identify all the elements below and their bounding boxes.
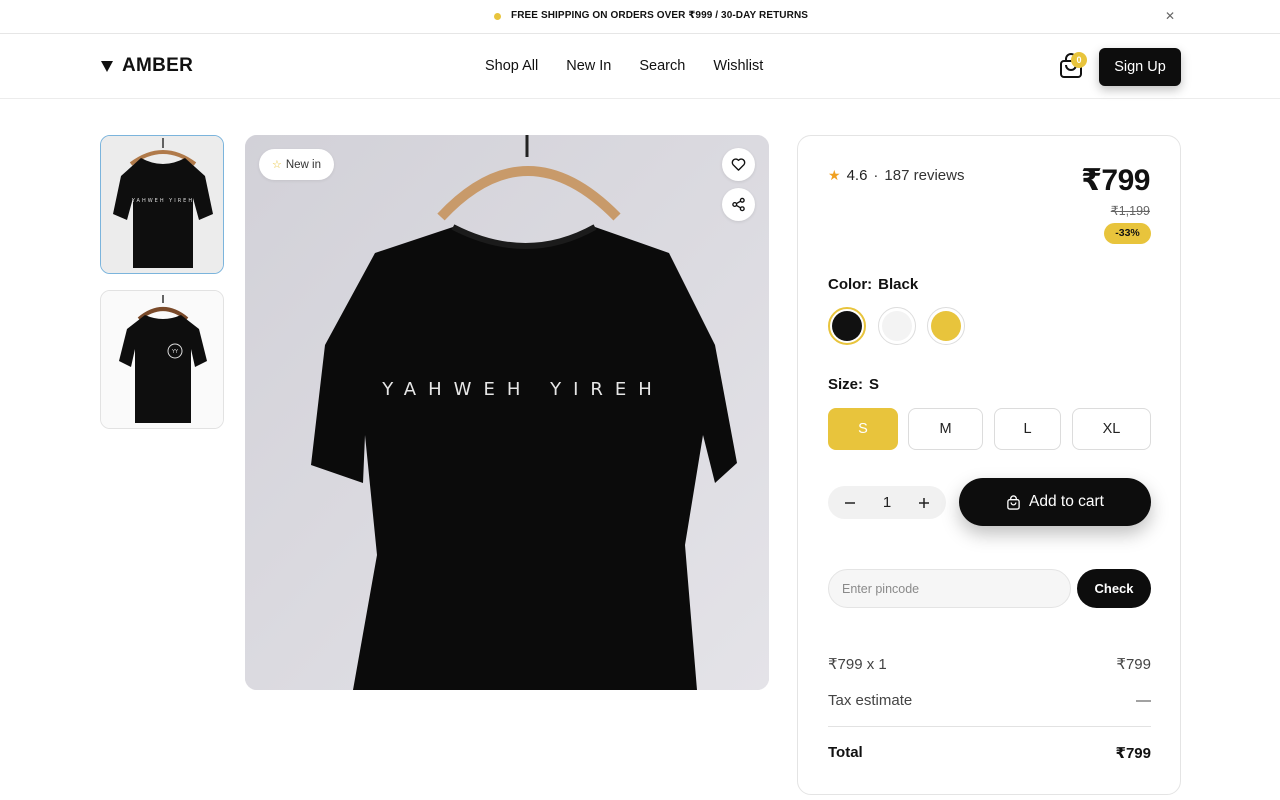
tshirt-main-image: YAHWEH YIREH xyxy=(245,135,769,690)
logo-triangle-icon xyxy=(101,61,113,72)
review-count: 187 reviews xyxy=(884,167,965,184)
shopping-bag-icon xyxy=(1007,494,1020,510)
color-label-row: Color: Black xyxy=(828,276,918,293)
size-option-xl[interactable]: XL xyxy=(1072,408,1151,450)
quantity-value: 1 xyxy=(882,494,892,511)
nav-shop-all[interactable]: Shop All xyxy=(485,58,538,74)
close-icon[interactable]: ✕ xyxy=(1163,9,1177,23)
pincode-input[interactable] xyxy=(828,569,1071,608)
heart-icon xyxy=(731,158,746,171)
thumbnail-front[interactable]: YAHWEH YIREH xyxy=(100,135,224,274)
rating-separator: · xyxy=(873,167,879,184)
color-swatch-yellow[interactable] xyxy=(927,307,965,345)
site-header: AMBER Shop All New In Search Wishlist Si… xyxy=(0,35,1280,99)
tshirt-front-thumbnail: YAHWEH YIREH xyxy=(101,136,223,273)
total-value: ₹799 xyxy=(1115,745,1151,762)
line-item-row: ₹799 x 1 ₹799 xyxy=(828,655,1151,673)
rating[interactable]: ★ 4.6 · 187 reviews xyxy=(828,167,964,184)
nav-wishlist[interactable]: Wishlist xyxy=(713,58,763,74)
summary-divider xyxy=(828,726,1151,727)
main-nav: Shop All New In Search Wishlist xyxy=(485,58,763,74)
brand-name: AMBER xyxy=(122,55,194,76)
color-swatch-white[interactable] xyxy=(878,307,916,345)
line-item-label: ₹799 x 1 xyxy=(828,656,887,673)
sign-up-button[interactable]: Sign Up xyxy=(1099,48,1181,86)
star-icon: ★ xyxy=(828,167,841,183)
quantity-stepper: 1 xyxy=(828,486,946,519)
share-icon xyxy=(732,197,745,212)
svg-text:YY: YY xyxy=(171,349,179,355)
star-outline-icon: ☆ xyxy=(271,159,282,171)
size-option-s[interactable]: S xyxy=(828,408,898,450)
nav-new-in[interactable]: New In xyxy=(566,58,611,74)
color-label: Color: xyxy=(828,276,873,293)
add-to-cart-label: Add to cart xyxy=(1029,493,1104,510)
rating-value: 4.6 xyxy=(846,167,868,184)
tax-value: — xyxy=(1136,692,1151,709)
total-label: Total xyxy=(828,744,863,761)
share-button[interactable] xyxy=(722,188,755,221)
color-value: Black xyxy=(878,276,919,293)
size-option-m[interactable]: M xyxy=(908,408,983,450)
line-item-value: ₹799 xyxy=(1116,656,1151,673)
size-label-row: Size: S xyxy=(828,376,879,393)
new-in-badge: ☆ New in xyxy=(259,149,334,180)
original-price: ₹1,199 xyxy=(1110,204,1150,218)
discount-badge: -33% xyxy=(1104,223,1151,244)
total-row: Total ₹799 xyxy=(828,744,1151,762)
thumbnail-back[interactable]: YY xyxy=(100,290,224,429)
new-in-label: New in xyxy=(285,158,322,171)
svg-text:YAHWEH YIREH: YAHWEH YIREH xyxy=(131,198,194,204)
sale-price: ₹799 xyxy=(1081,164,1150,197)
announcement-dot xyxy=(494,13,501,20)
size-value: S xyxy=(869,376,880,393)
tax-row: Tax estimate — xyxy=(828,692,1151,709)
brand-logo[interactable]: AMBER xyxy=(100,55,193,77)
shirt-print-text: YAHWEH YIREH xyxy=(381,379,664,400)
minus-icon[interactable] xyxy=(842,495,858,511)
announcement-bar: FREE SHIPPING ON ORDERS OVER ₹999 / 30-D… xyxy=(0,0,1280,34)
tshirt-back-thumbnail: YY xyxy=(101,291,223,428)
nav-search[interactable]: Search xyxy=(639,58,685,74)
cart-count-badge: 0 xyxy=(1071,52,1087,68)
tax-label: Tax estimate xyxy=(828,692,913,709)
color-swatch-black[interactable] xyxy=(828,307,866,345)
main-product-image: YAHWEH YIREH xyxy=(245,135,769,690)
announcement-message: FREE SHIPPING ON ORDERS OVER ₹999 / 30-D… xyxy=(511,10,809,21)
check-pincode-button[interactable]: Check xyxy=(1077,569,1151,608)
add-to-cart-button[interactable]: Add to cart xyxy=(959,478,1151,526)
size-option-l[interactable]: L xyxy=(994,408,1061,450)
wishlist-button[interactable] xyxy=(722,148,755,181)
size-label: Size: xyxy=(828,376,864,393)
plus-icon[interactable] xyxy=(916,495,932,511)
